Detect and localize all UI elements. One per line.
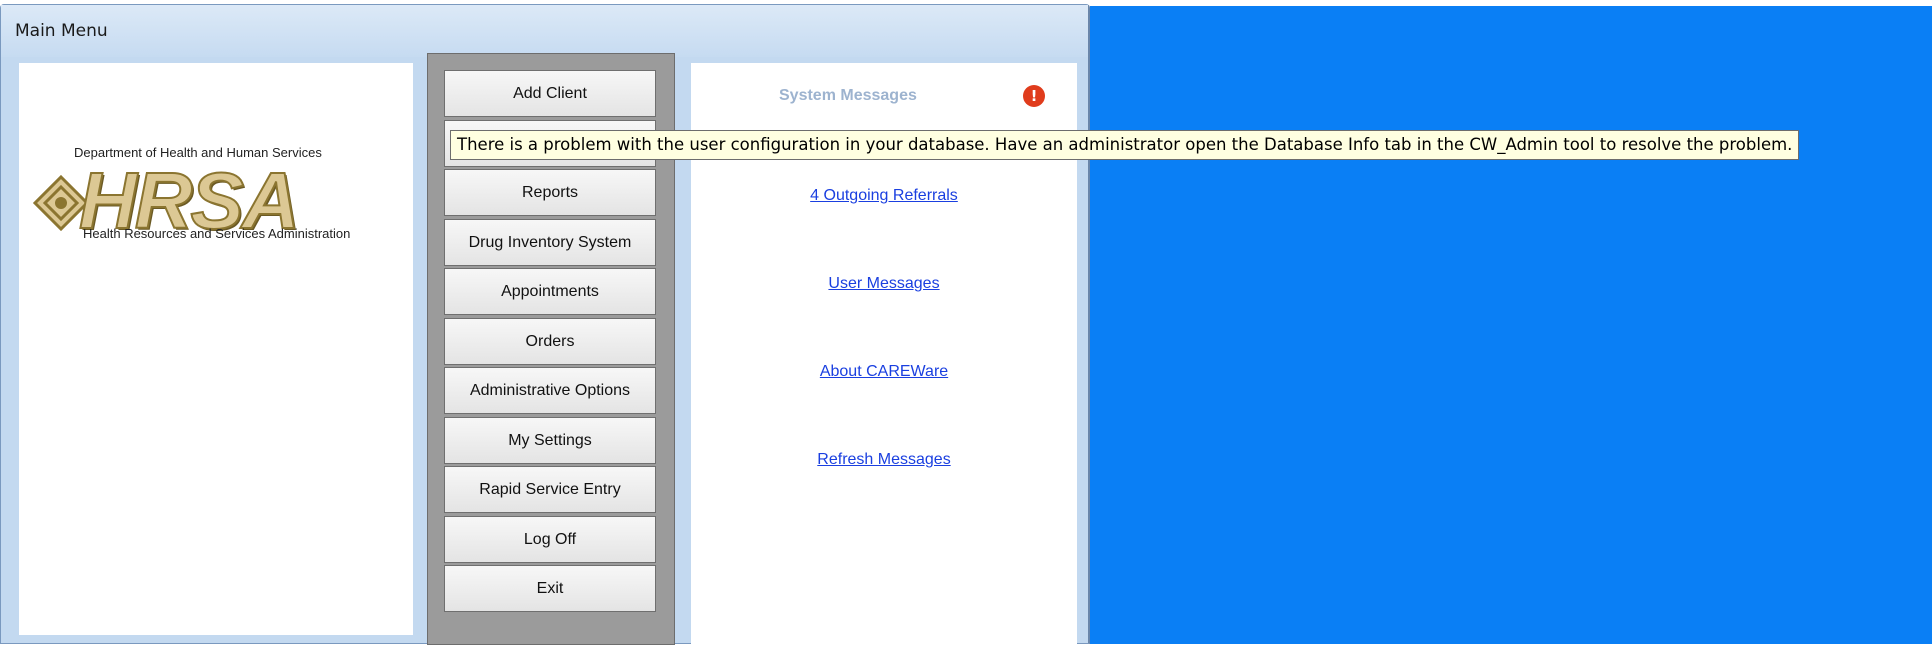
administrative-options-button[interactable]: Administrative Options (444, 367, 656, 414)
agency-subtitle: Health Resources and Services Administra… (83, 226, 351, 241)
drug-inventory-system-button[interactable]: Drug Inventory System (444, 219, 656, 266)
error-tooltip: There is a problem with the user configu… (450, 130, 1800, 160)
refresh-messages-link[interactable]: Refresh Messages (691, 451, 1077, 469)
user-messages-link[interactable]: User Messages (691, 275, 1077, 293)
logo-panel: Department of Health and Human Services … (19, 63, 413, 635)
about-careware-link[interactable]: About CAREWare (691, 363, 1077, 381)
main-menu-window: Main Menu Department of Health and Human… (0, 4, 1090, 645)
orders-button[interactable]: Orders (444, 318, 656, 365)
reports-button[interactable]: Reports (444, 169, 656, 216)
window-title: Main Menu (1, 5, 1088, 57)
appointments-button[interactable]: Appointments (444, 268, 656, 315)
add-client-button[interactable]: Add Client (444, 70, 656, 117)
rapid-service-entry-button[interactable]: Rapid Service Entry (444, 466, 656, 513)
exit-button[interactable]: Exit (444, 565, 656, 612)
my-settings-button[interactable]: My Settings (444, 417, 656, 464)
alert-icon[interactable]: ! (1023, 85, 1045, 107)
system-messages-title: System Messages (779, 87, 917, 104)
outgoing-referrals-link[interactable]: 4 Outgoing Referrals (691, 187, 1077, 205)
desktop-background (1090, 6, 1932, 644)
log-off-button[interactable]: Log Off (444, 516, 656, 563)
